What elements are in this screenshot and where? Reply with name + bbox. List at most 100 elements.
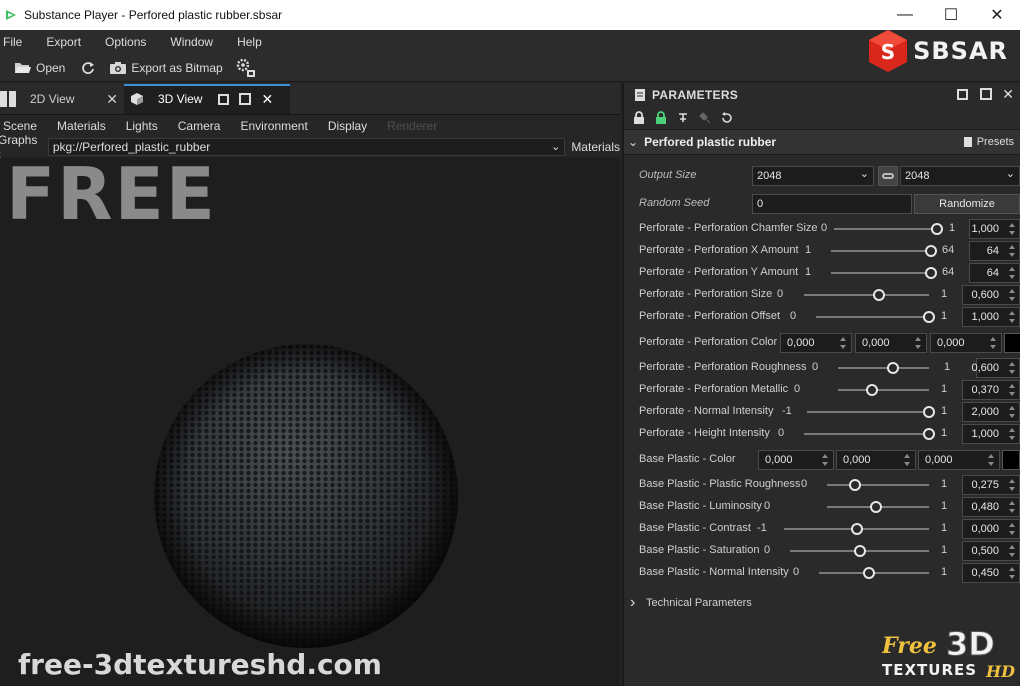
menu-file[interactable]: File — [0, 35, 26, 49]
maximize-icon[interactable] — [980, 88, 992, 100]
random-seed-input[interactable]: 0 — [752, 194, 912, 214]
menu-options[interactable]: Options — [101, 35, 150, 49]
slider-value-input[interactable]: 1,000 — [962, 307, 1020, 327]
slider-handle[interactable] — [923, 311, 935, 323]
close-window-button[interactable]: ✕ — [974, 0, 1020, 30]
slider-value-input[interactable]: 64 — [969, 241, 1020, 261]
slider-handle[interactable] — [925, 267, 937, 279]
3d-viewport[interactable]: FREE free-3dtextureshd.com — [0, 158, 620, 686]
pin-tool-icon[interactable] — [672, 109, 694, 127]
color-channel-g-input[interactable]: 0,000 — [836, 450, 916, 470]
menu-export[interactable]: Export — [42, 35, 85, 49]
maximize-button[interactable]: ☐ — [928, 0, 974, 30]
link-ratio-button[interactable] — [878, 166, 898, 186]
slider-handle[interactable] — [865, 384, 878, 396]
close-icon[interactable]: ✕ — [1002, 86, 1014, 103]
slider-value-input[interactable]: 64 — [969, 263, 1020, 283]
graphs-select[interactable]: pkg://Perfored_plastic_rubber ⌄ — [47, 138, 566, 156]
viewport-menu-scene[interactable]: Scene — [3, 119, 37, 133]
spin-arrows-icon[interactable] — [990, 335, 998, 351]
spin-arrows-icon[interactable] — [1009, 565, 1017, 581]
slider-value-input[interactable]: 0,370 — [962, 380, 1020, 400]
color-channel-g-input[interactable]: 0,000 — [855, 333, 927, 353]
render-settings-button[interactable] — [235, 57, 257, 79]
spin-arrows-icon[interactable] — [915, 335, 923, 351]
slider-value-input[interactable]: 0,450 — [962, 563, 1020, 583]
viewport-menu-environment[interactable]: Environment — [240, 119, 307, 133]
spin-arrows-icon[interactable] — [1009, 426, 1017, 442]
slider-handle[interactable] — [923, 406, 935, 418]
lock-random-icon[interactable] — [650, 109, 672, 127]
slider-track[interactable] — [831, 272, 931, 274]
slider-value-input[interactable]: 0,000 — [962, 519, 1020, 539]
minimize-button[interactable]: — — [882, 0, 928, 30]
output-size-height-select[interactable]: 2048 ⌄ — [900, 166, 1020, 186]
viewport-menu-display[interactable]: Display — [328, 119, 367, 133]
undock-icon[interactable] — [218, 93, 230, 105]
chevron-right-icon[interactable]: › — [630, 594, 635, 612]
slider-value-input[interactable]: 2,000 — [962, 402, 1020, 422]
tab-2d-view[interactable]: 2D View ✕ — [24, 84, 124, 114]
slider-value-input[interactable]: 0,480 — [962, 497, 1020, 517]
viewport-menu-lights[interactable]: Lights — [126, 119, 158, 133]
spin-arrows-icon[interactable] — [1009, 221, 1017, 237]
spin-arrows-icon[interactable] — [840, 335, 848, 351]
slider-value-input[interactable]: 0,600 — [962, 285, 1020, 305]
slider-track[interactable] — [831, 250, 931, 252]
spin-arrows-icon[interactable] — [1009, 243, 1017, 259]
close-icon[interactable]: ✕ — [106, 91, 118, 108]
slider-track[interactable] — [807, 411, 929, 413]
slider-track[interactable] — [827, 484, 929, 486]
spin-arrows-icon[interactable] — [1009, 265, 1017, 281]
slider-track[interactable] — [834, 228, 937, 230]
spin-arrows-icon[interactable] — [1009, 309, 1017, 325]
tab-3d-view[interactable]: 3D View ✕ — [124, 84, 290, 114]
color-channel-b-input[interactable]: 0,000 — [918, 450, 1000, 470]
export-bitmap-button[interactable]: Export as Bitmap — [109, 61, 223, 75]
color-swatch[interactable] — [1002, 450, 1020, 470]
materials-label[interactable]: Materials — [571, 140, 620, 154]
slider-track[interactable] — [838, 367, 929, 369]
close-icon[interactable]: ✕ — [261, 91, 273, 108]
dock-icon[interactable] — [0, 91, 16, 107]
open-button[interactable]: Open — [14, 61, 65, 75]
presets-button[interactable]: Presets — [963, 136, 1014, 148]
slider-handle[interactable] — [873, 289, 885, 301]
slider-value-input[interactable]: 0,600 — [971, 358, 1020, 378]
menu-window[interactable]: Window — [166, 35, 217, 49]
graph-header[interactable]: ⌄ Perfored plastic rubber Presets — [624, 129, 1020, 155]
technical-parameters-label[interactable]: Technical Parameters — [646, 597, 752, 609]
spin-arrows-icon[interactable] — [822, 452, 830, 468]
spin-arrows-icon[interactable] — [1009, 404, 1017, 420]
spin-arrows-icon[interactable] — [1009, 521, 1017, 537]
slider-handle[interactable] — [886, 362, 899, 374]
slider-value-input[interactable]: 0,275 — [962, 475, 1020, 495]
slider-handle[interactable] — [925, 245, 937, 257]
spin-arrows-icon[interactable] — [1009, 499, 1017, 515]
maximize-icon[interactable] — [239, 93, 252, 105]
reset-icon[interactable] — [716, 109, 738, 127]
slider-handle[interactable] — [850, 523, 863, 535]
slider-handle[interactable] — [923, 428, 935, 440]
slider-handle[interactable] — [853, 545, 866, 557]
color-channel-b-input[interactable]: 0,000 — [930, 333, 1002, 353]
slider-track[interactable] — [804, 294, 929, 296]
slider-value-input[interactable]: 0,500 — [962, 541, 1020, 561]
spin-arrows-icon[interactable] — [904, 452, 912, 468]
spin-arrows-icon[interactable] — [1009, 543, 1017, 559]
randomize-button[interactable]: Randomize — [914, 194, 1020, 214]
spin-arrows-icon[interactable] — [1009, 287, 1017, 303]
undock-icon[interactable] — [957, 89, 968, 100]
output-size-width-select[interactable]: 2048 ⌄ — [752, 166, 874, 186]
spin-arrows-icon[interactable] — [1009, 477, 1017, 493]
slider-handle[interactable] — [931, 223, 943, 235]
viewport-menu-materials[interactable]: Materials — [57, 119, 106, 133]
slider-track[interactable] — [816, 316, 929, 318]
slider-value-input[interactable]: 1,000 — [962, 424, 1020, 444]
reload-button[interactable] — [81, 61, 95, 75]
slider-value-input[interactable]: 1,000 — [969, 219, 1020, 239]
lock-icon[interactable] — [628, 109, 650, 127]
slider-handle[interactable] — [862, 567, 875, 579]
color-swatch[interactable] — [1004, 333, 1020, 353]
spin-arrows-icon[interactable] — [1009, 382, 1017, 398]
